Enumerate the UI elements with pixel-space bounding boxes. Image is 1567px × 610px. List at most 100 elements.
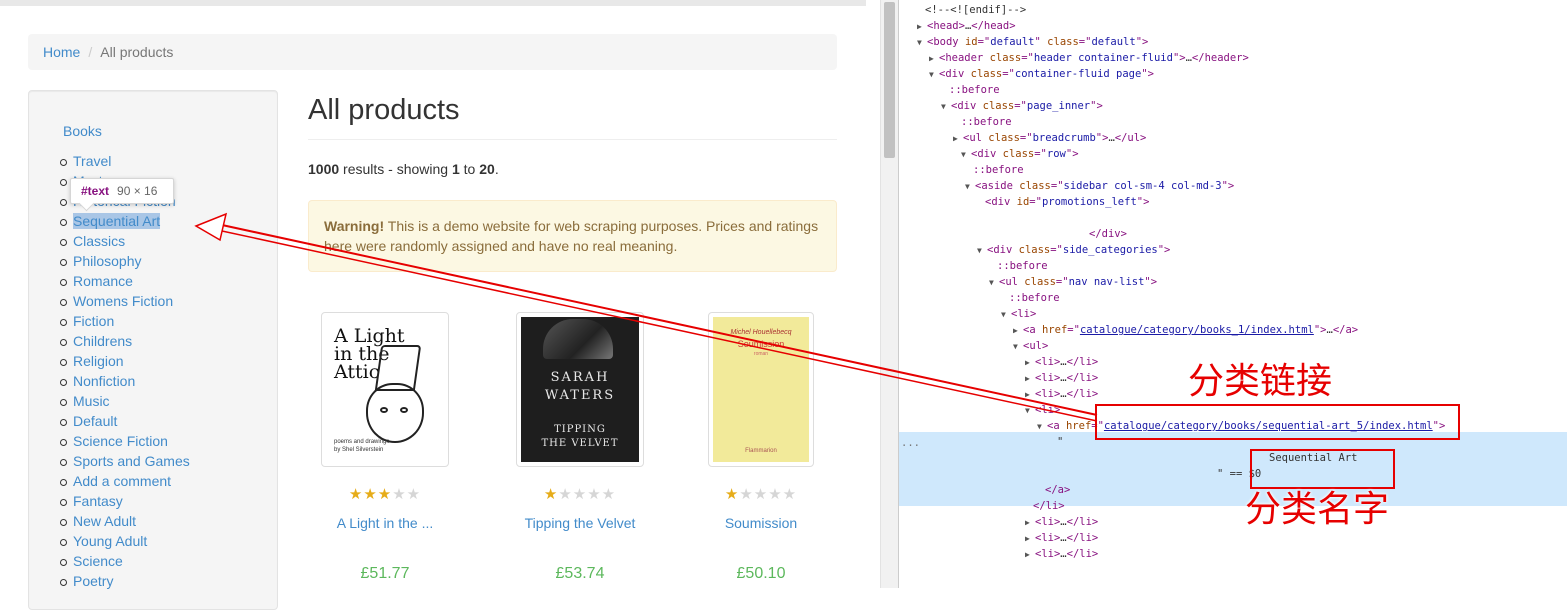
dom-tree-line[interactable]: </a> (1045, 482, 1070, 498)
sidebar-category-item[interactable]: Sequential Art (60, 211, 190, 231)
page-header: All products (308, 92, 837, 140)
product-thumbnail[interactable]: A Light in the Attic poems and drawings … (321, 312, 449, 467)
expand-arrow-icon: ▶ (1013, 326, 1018, 335)
star-empty-icon: ★ (392, 486, 407, 503)
tag-open: <aside (975, 180, 1013, 192)
sidebar-category-item[interactable]: Poetry (60, 571, 190, 591)
expand-arrow-icon: ▶ (929, 54, 934, 63)
dom-tree-line[interactable]: ▼ <div class="page_inner"> (941, 98, 1103, 114)
sidebar-category-item[interactable]: Womens Fiction (60, 291, 190, 311)
dom-tree-line[interactable]: ▶ <li>…</li> (1025, 370, 1098, 386)
sidebar-category-label: Default (73, 413, 118, 429)
dom-tree-line[interactable]: " (1057, 434, 1063, 450)
star-filled-icon: ★ (348, 486, 364, 503)
sidebar-category-item[interactable]: Fiction (60, 311, 190, 331)
breadcrumb-home-link[interactable]: Home (43, 44, 80, 60)
text-node: <!--<![endif]--> (925, 4, 1027, 16)
sidebar-category-label: Science Fiction (73, 433, 168, 449)
dom-tree-line[interactable]: ▶ <li>…</li> (1025, 530, 1098, 546)
dom-tree-line[interactable]: ▶ <ul class="breadcrumb">…</ul> (953, 130, 1146, 146)
dom-tree-line[interactable]: ▼ <li> (1025, 402, 1060, 418)
product-thumbnail[interactable]: Michel Houellebecq Soumission roman Flam… (708, 312, 814, 467)
tooltip-node-name: #text (81, 184, 110, 198)
sidebar-category-item[interactable]: Music (60, 391, 190, 411)
sidebar-category-item[interactable]: Classics (60, 231, 190, 251)
tag-end: > (1143, 196, 1150, 208)
dom-tree-line[interactable]: ▼ <div class="side_categories"> (977, 242, 1170, 258)
dom-tree-line[interactable]: ▶ <li>…</li> (1025, 386, 1098, 402)
dom-tree-line[interactable]: <div id="promotions_left"> (985, 194, 1149, 210)
dom-tree-line[interactable]: ::before (997, 258, 1048, 274)
dom-tree-line[interactable]: ▶ <head>…</head> (917, 18, 1016, 34)
tag-open: <div (951, 100, 977, 112)
sidebar-category-item[interactable]: Science (60, 551, 190, 571)
tag-open: <li> (1035, 516, 1061, 528)
dom-tree-line[interactable]: ::before (949, 82, 1000, 98)
dom-tree-line[interactable]: ::before (1009, 290, 1060, 306)
expand-arrow-icon: ▶ (1025, 534, 1030, 543)
dom-tree-line[interactable]: ▼ <li> (1001, 306, 1036, 322)
star-empty-icon: ★ (572, 486, 588, 503)
sidebar-category-item[interactable]: Romance (60, 271, 190, 291)
product-thumbnail[interactable]: SARAH WATERS TIPPING THE VELVET (516, 312, 644, 467)
browser-page: Home / All products Books TravelMysteryHis… (0, 0, 880, 610)
expand-arrow-icon: ▼ (1037, 422, 1042, 431)
attr-value: promotions_left (1041, 196, 1137, 208)
tag-close: </a> (1332, 324, 1359, 336)
star-filled-icon: ★ (543, 486, 559, 503)
dom-tree-line[interactable]: ▼ <ul> (1013, 338, 1048, 354)
tag-close: </ul> (1114, 132, 1147, 144)
dom-tree-line[interactable]: ▼ <ul class="nav nav-list"> (989, 274, 1157, 290)
expand-arrow-icon: ▶ (917, 22, 922, 31)
star-rating: ★★★★★ (505, 487, 655, 503)
expand-arrow-icon: ▼ (917, 38, 922, 47)
dom-tree-line[interactable]: ▼ <body id="default" class="default"> (917, 34, 1148, 50)
dom-tree-line[interactable]: ▶ <li>…</li> (1025, 546, 1098, 562)
dom-tree-line[interactable]: ▶ <li>…</li> (1025, 354, 1098, 370)
tag-open: <head> (927, 20, 965, 32)
dom-tree-line[interactable]: ▼ <div class="row"> (961, 146, 1079, 162)
sidebar-category-item[interactable]: Default (60, 411, 190, 431)
dom-tree-line[interactable]: ▶ <a href="catalogue/category/books_1/ind… (1013, 322, 1358, 338)
dom-tree-line[interactable]: ▼ <div class="container-fluid page"> (929, 66, 1154, 82)
expand-arrow-icon: ▼ (1025, 406, 1030, 415)
dom-tree-line[interactable]: ::before (973, 162, 1024, 178)
dom-tree-line[interactable]: ▶ <li>…</li> (1025, 514, 1098, 530)
product-title-link[interactable]: Tipping the Velvet (505, 515, 655, 531)
dom-tree-line[interactable]: </li> (1033, 498, 1065, 514)
sidebar-category-item[interactable]: Young Adult (60, 531, 190, 551)
expand-arrow-icon: ▶ (1025, 518, 1030, 527)
sidebar-category-item[interactable]: Childrens (60, 331, 190, 351)
sidebar-books-link[interactable]: Books (63, 123, 102, 139)
pseudo-element: ::before (1009, 292, 1060, 304)
attr-name: class (1047, 36, 1079, 48)
sidebar-category-item[interactable]: New Adult (60, 511, 190, 531)
cover-byline: poems and drawings by Shel Silverstein (334, 439, 390, 453)
book-cover-image: SARAH WATERS TIPPING THE VELVET (521, 317, 639, 462)
star-filled-icon: ★ (377, 486, 393, 503)
sidebar-category-item[interactable]: Science Fiction (60, 431, 190, 451)
dom-tree-line[interactable]: ▶ <header class="header container-fluid">… (929, 50, 1249, 66)
dom-tree-line[interactable]: ▼ <aside class="sidebar col-sm-4 col-md-3… (965, 178, 1234, 194)
sidebar-category-item[interactable]: Religion (60, 351, 190, 371)
expand-arrow-icon: ▼ (989, 278, 994, 287)
product-price: £50.10 (736, 565, 786, 582)
dom-tree-line[interactable]: </div> (1089, 226, 1127, 242)
sidebar-category-label: Science (73, 553, 123, 569)
dom-tree-line[interactable]: <!--<![endif]--> (925, 2, 1026, 18)
sidebar-category-item[interactable]: Philosophy (60, 251, 190, 271)
dom-tree-line[interactable]: ::before (961, 114, 1012, 130)
product-title-link[interactable]: A Light in the ... (310, 515, 460, 531)
pseudo-element: ::before (961, 116, 1012, 128)
sidebar-category-item[interactable]: Nonfiction (60, 371, 190, 391)
page-scrollbar-thumb[interactable] (884, 2, 895, 158)
results-mid-text: results - showing (339, 161, 452, 177)
sidebar-category-item[interactable]: Fantasy (60, 491, 190, 511)
sidebar-category-item[interactable]: Sports and Games (60, 451, 190, 471)
sidebar-category-item[interactable]: Travel (60, 151, 190, 171)
sidebar-category-label: Philosophy (73, 253, 142, 269)
product-title-link[interactable]: Soumission (686, 515, 836, 531)
sidebar-category-item[interactable]: Add a comment (60, 471, 190, 491)
sidebar-category-label: Womens Fiction (73, 293, 174, 309)
tooltip-dimensions: 90 × 16 (117, 184, 158, 198)
